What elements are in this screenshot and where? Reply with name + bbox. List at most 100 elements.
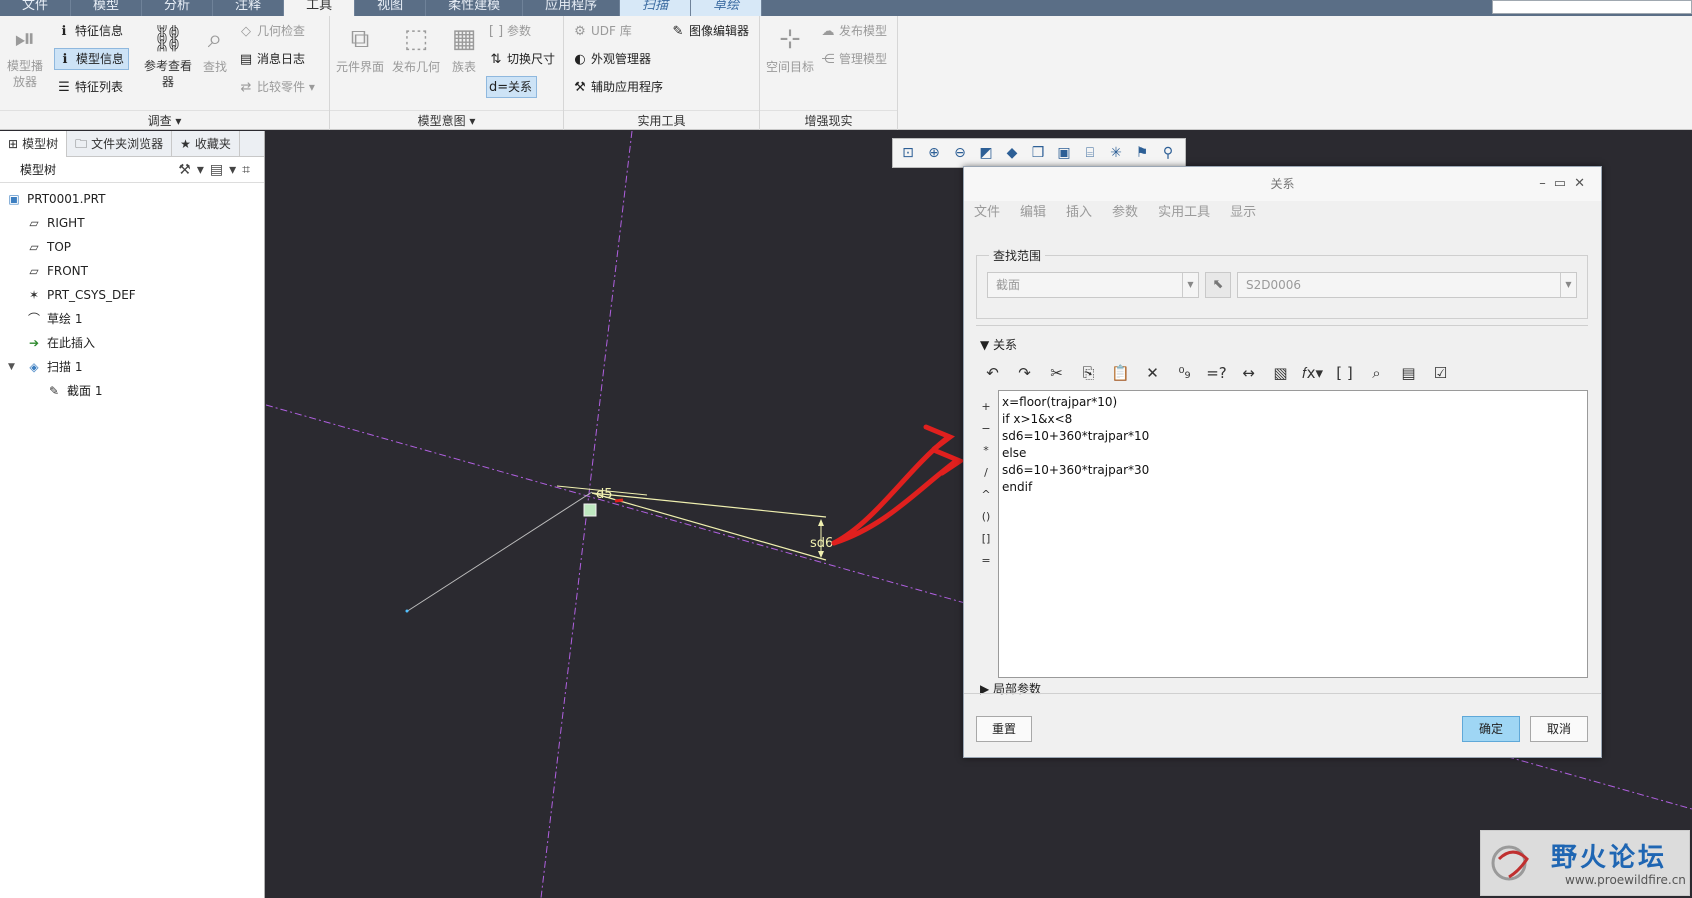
tree-item[interactable]: ▼ ◈ 扫描 1 (0, 355, 264, 379)
geometry-check-button[interactable]: ◇ 几何检查 (236, 20, 309, 42)
switch-dimensions-button[interactable]: ⇅ 切换尺寸 (486, 48, 559, 70)
redo-icon[interactable]: ↷ (1012, 361, 1037, 385)
image-editor-button[interactable]: ✎ 图像编辑器 (668, 20, 753, 42)
parameters-button[interactable]: [ ] 参数 (486, 20, 535, 42)
operator-button[interactable]: + (978, 396, 994, 418)
operator-button[interactable]: / (978, 462, 994, 484)
display-style-icon[interactable]: ◆ (1001, 142, 1023, 164)
tree-item[interactable]: ➔ 在此插入 (0, 331, 264, 355)
repaint-icon[interactable]: ◩ (975, 142, 997, 164)
tree-show-icon[interactable]: ▤▾ (210, 162, 242, 178)
compare-part-button[interactable]: ⇄ 比较零件 ▾ (236, 76, 319, 98)
dialog-menu-item[interactable]: 文件 (974, 201, 1000, 225)
cancel-button[interactable]: 取消 (1530, 716, 1588, 742)
reference-viewer-button[interactable]: ⛓ 参考查看器 (140, 22, 196, 90)
cut-icon[interactable]: ✂ (1044, 361, 1069, 385)
tab-model-tree[interactable]: ⊞ 模型树 (0, 131, 68, 157)
group-label-investigate[interactable]: 调查 ▾ (0, 110, 329, 130)
minimize-icon[interactable]: – (1539, 176, 1554, 191)
dialog-menu-item[interactable]: 插入 (1066, 201, 1092, 225)
code-line[interactable]: endif (1002, 479, 1584, 496)
tree-item[interactable]: ▱ RIGHT (0, 211, 264, 235)
insert-dimension-icon[interactable]: ↔ (1236, 361, 1261, 385)
tree-item[interactable]: ▣ PRT0001.PRT (0, 187, 264, 211)
view-manager-icon[interactable]: ▣ (1053, 142, 1075, 164)
reset-button[interactable]: 重置 (976, 716, 1032, 742)
dialog-menu-item[interactable]: 编辑 (1020, 201, 1046, 225)
select-object-button[interactable]: ⬉ (1205, 272, 1231, 298)
component-interface-button[interactable]: ⧉ 元件界面 (334, 22, 386, 75)
tab-3[interactable]: 注释 (213, 0, 285, 16)
saved-orientations-icon[interactable]: ❒ (1027, 142, 1049, 164)
tree-item[interactable]: ⌒ 草绘 1 (0, 307, 264, 331)
datum-display-icon[interactable]: ✳ (1105, 142, 1127, 164)
operator-button[interactable]: = (978, 550, 994, 572)
tree-settings-icon[interactable]: ⚒▾ (178, 162, 210, 178)
operator-button[interactable]: ^ (978, 484, 994, 506)
scope-type-select[interactable]: 截面 ▼ (987, 272, 1199, 298)
message-log-button[interactable]: ▤ 消息日志 (236, 48, 309, 70)
tab-6[interactable]: 柔性建模 (426, 0, 524, 16)
zoom-out-icon[interactable]: ⊖ (949, 142, 971, 164)
model-player-button[interactable]: ⏯ 模型播放器 (2, 22, 48, 90)
code-line[interactable]: if x>1&x<8 (1002, 411, 1584, 428)
function-icon[interactable]: 𝑓x▾ (1300, 361, 1325, 385)
aux-applications-button[interactable]: ⚒ 辅助应用程序 (570, 76, 667, 98)
code-line[interactable]: x=floor(trajpar*10) (1002, 394, 1584, 411)
scope-object-select[interactable]: S2D0006 ▼ (1237, 272, 1577, 298)
manage-models-button[interactable]: ⋲ 管理模型 (818, 48, 891, 70)
verify-icon[interactable]: =? (1204, 361, 1229, 385)
dialog-menu-item[interactable]: 显示 (1230, 201, 1256, 225)
spatial-target-button[interactable]: ⊹ 空间目标 (764, 22, 816, 75)
ok-button[interactable]: 确定 (1462, 716, 1520, 742)
close-icon[interactable]: ✕ (1574, 176, 1593, 191)
appearance-manager-button[interactable]: ◐ 外观管理器 (570, 48, 655, 70)
tab-7[interactable]: 应用程序 (523, 0, 621, 16)
expand-triangle-icon[interactable]: ▼ (8, 355, 15, 379)
group-label-model-intent[interactable]: 模型意图 ▾ (330, 110, 563, 130)
operator-button[interactable]: [] (978, 528, 994, 550)
tree-item[interactable]: ✶ PRT_CSYS_DEF (0, 283, 264, 307)
refit-icon[interactable]: ⊡ (897, 142, 919, 164)
sort-relations-icon[interactable]: ▤ (1396, 361, 1421, 385)
dialog-titlebar[interactable]: 关系 –▭✕ (964, 167, 1601, 201)
zoom-in-icon[interactable]: ⊕ (923, 142, 945, 164)
operator-button[interactable]: * (978, 440, 994, 462)
tree-item[interactable]: ✎ 截面 1 (0, 379, 264, 403)
tab-1[interactable]: 模型 (71, 0, 143, 16)
tab-9[interactable]: 草绘 (691, 0, 763, 16)
tab-4[interactable]: 工具 (284, 0, 356, 16)
tab-2[interactable]: 分析 (142, 0, 214, 16)
family-table-button[interactable]: ▦ 族表 (446, 22, 482, 75)
relations-heading[interactable]: ▼ 关系 (980, 336, 1017, 353)
tab-5[interactable]: 视图 (355, 0, 427, 16)
feature-list-button[interactable]: ☰ 特征列表 (54, 76, 127, 98)
dialog-menu-item[interactable]: 参数 (1112, 201, 1138, 225)
code-line[interactable]: sd6=10+360*trajpar*10 (1002, 428, 1584, 445)
feature-info-button[interactable]: ℹ 特征信息 (54, 20, 127, 42)
perspective-view-icon[interactable]: ⌸ (1079, 142, 1101, 164)
show-values-icon[interactable]: ⁰₉ (1172, 361, 1197, 385)
udf-library-button[interactable]: ⚙ UDF 库 (570, 20, 636, 42)
tab-0[interactable]: 文件 (0, 0, 72, 16)
evaluate-icon[interactable]: ☑ (1428, 361, 1453, 385)
model-info-button[interactable]: ℹ 模型信息 (54, 48, 130, 70)
code-line[interactable]: else (1002, 445, 1584, 462)
spin-center-icon[interactable]: ⚲ (1157, 142, 1179, 164)
tree-item[interactable]: ▱ FRONT (0, 259, 264, 283)
annotation-display-icon[interactable]: ⚑ (1131, 142, 1153, 164)
tab-favorites[interactable]: ★ 收藏夹 (172, 131, 240, 157)
delete-icon[interactable]: ✕ (1140, 361, 1165, 385)
operator-button[interactable]: () (978, 506, 994, 528)
dialog-menu-item[interactable]: 实用工具 (1158, 201, 1210, 225)
operator-button[interactable]: − (978, 418, 994, 440)
maximize-icon[interactable]: ▭ (1554, 176, 1574, 191)
dimension-d5-label[interactable]: d5 (596, 487, 613, 502)
dimension-sd6-label[interactable]: sd6 (810, 536, 833, 551)
brackets-icon[interactable]: [ ] (1332, 361, 1357, 385)
tab-8[interactable]: 扫描 (620, 0, 692, 16)
undo-icon[interactable]: ↶ (980, 361, 1005, 385)
publish-geometry-button[interactable]: ⬚ 发布几何 (390, 22, 442, 75)
tree-item[interactable]: ▱ TOP (0, 235, 264, 259)
paste-icon[interactable]: 📋 (1108, 361, 1133, 385)
